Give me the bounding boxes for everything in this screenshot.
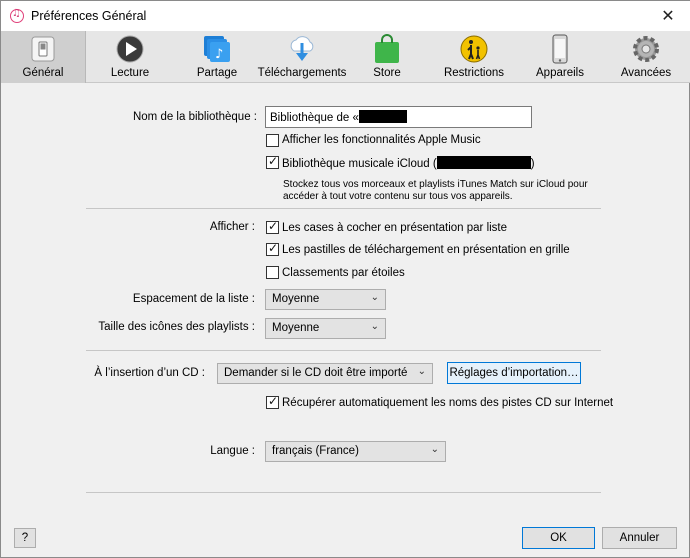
chevron-down-icon: ⌄	[430, 444, 439, 455]
redacted-text	[358, 110, 407, 123]
tab-label: Général	[22, 67, 64, 79]
sharing-icon: ♪	[204, 36, 230, 62]
icloud-library-checkbox[interactable]: ✓	[266, 154, 279, 169]
fetch-track-names-label: Récupérer automatiquement les noms des p…	[282, 397, 614, 409]
parental-restrictions-icon	[460, 35, 488, 63]
tab-restrictions[interactable]: Restrictions	[437, 31, 511, 83]
cd-insert-label: À l’insertion d’un CD :	[94, 367, 205, 379]
library-name-label: Nom de la bibliothèque :	[132, 111, 257, 123]
tab-label: Restrictions	[443, 67, 505, 79]
tab-store[interactable]: Store	[357, 31, 417, 83]
icloud-library-text: Bibliothèque musicale iCloud (	[282, 158, 437, 170]
store-bag-icon	[375, 34, 399, 63]
list-checkboxes-label: Les cases à cocher en présentation par l…	[282, 222, 508, 234]
cancel-button[interactable]: Annuler	[602, 527, 677, 549]
window-title: Préférences Général	[31, 9, 147, 23]
tab-label: Téléchargements	[257, 67, 347, 79]
playlist-icon-size-value: Moyenne	[272, 322, 320, 334]
tab-label: Store	[373, 67, 401, 79]
language-label: Langue :	[210, 445, 255, 457]
checkmark-icon: ✓	[268, 241, 279, 255]
apple-music-checkbox[interactable]	[266, 134, 279, 147]
play-icon	[116, 35, 144, 63]
import-settings-button[interactable]: Réglages d’importation…	[447, 362, 581, 384]
chevron-down-icon: ⌄	[417, 366, 426, 377]
section-divider	[86, 492, 601, 493]
itunes-app-icon	[10, 8, 24, 23]
language-value: français (France)	[272, 445, 359, 457]
cloud-download-icon	[290, 36, 314, 61]
icloud-description-line-2: accéder à tout votre contenu sur tous vo…	[283, 191, 513, 202]
grid-badges-checkbox[interactable]: ✓	[266, 241, 279, 256]
language-select[interactable]: français (France) ⌄	[265, 441, 446, 462]
general-switch-icon	[31, 36, 55, 62]
preferences-toolbar: Général Lecture ♪ Partage Téléchargement…	[1, 31, 690, 83]
checkmark-icon: ✓	[268, 219, 279, 233]
gear-icon	[633, 36, 659, 62]
help-button[interactable]: ?	[14, 528, 36, 548]
checkmark-icon: ✓	[268, 394, 279, 408]
tab-label: Partage	[196, 67, 238, 79]
tab-playback[interactable]: Lecture	[93, 31, 167, 83]
tab-label: Lecture	[110, 67, 150, 79]
grid-badges-label: Les pastilles de téléchargement en prése…	[282, 244, 570, 256]
tab-label: Avancées	[620, 67, 672, 79]
cd-insert-select[interactable]: Demander si le CD doit être importé ⌄	[217, 363, 433, 384]
section-divider	[86, 208, 601, 209]
redacted-text	[436, 156, 531, 169]
device-icon	[552, 34, 568, 64]
list-spacing-value: Moyenne	[272, 293, 320, 305]
icloud-library-text-end: )	[530, 158, 535, 170]
tab-general[interactable]: Général	[1, 31, 86, 83]
fetch-track-names-checkbox[interactable]: ✓	[266, 394, 279, 409]
close-button[interactable]: ✕	[645, 1, 690, 31]
display-label: Afficher :	[209, 221, 255, 233]
library-name-value: Bibliothèque de «	[270, 112, 359, 124]
playlist-icon-size-label: Taille des icônes des playlists :	[98, 321, 255, 333]
tab-label: Appareils	[536, 67, 584, 79]
icloud-description-line-1: Stockez tous vos morceaux et playlists i…	[283, 179, 588, 190]
icloud-library-label: Bibliothèque musicale iCloud ()	[282, 156, 535, 170]
svg-text:♪: ♪	[215, 47, 223, 62]
tab-sharing[interactable]: ♪ Partage	[181, 31, 253, 83]
chevron-down-icon: ⌄	[370, 321, 379, 332]
preferences-window: Préférences Général ✕ Général Lecture	[0, 0, 690, 558]
section-divider	[86, 350, 601, 351]
tab-devices[interactable]: Appareils	[529, 31, 591, 83]
star-ratings-checkbox[interactable]	[266, 266, 279, 279]
playlist-icon-size-select[interactable]: Moyenne ⌄	[265, 318, 386, 339]
apple-music-label: Afficher les fonctionnalités Apple Music	[282, 134, 481, 146]
library-name-field[interactable]: Bibliothèque de «	[265, 106, 532, 128]
list-checkboxes-checkbox[interactable]: ✓	[266, 219, 279, 234]
tab-downloads[interactable]: Téléchargements	[257, 31, 347, 83]
title-bar: Préférences Général ✕	[1, 1, 690, 31]
cd-insert-value: Demander si le CD doit être importé	[224, 367, 408, 379]
checkmark-icon: ✓	[268, 154, 279, 168]
list-spacing-select[interactable]: Moyenne ⌄	[265, 289, 386, 310]
tab-advanced[interactable]: Avancées	[613, 31, 679, 83]
chevron-down-icon: ⌄	[370, 292, 379, 303]
ok-button[interactable]: OK	[522, 527, 595, 549]
list-spacing-label: Espacement de la liste :	[132, 293, 255, 305]
star-ratings-label: Classements par étoiles	[282, 267, 405, 279]
